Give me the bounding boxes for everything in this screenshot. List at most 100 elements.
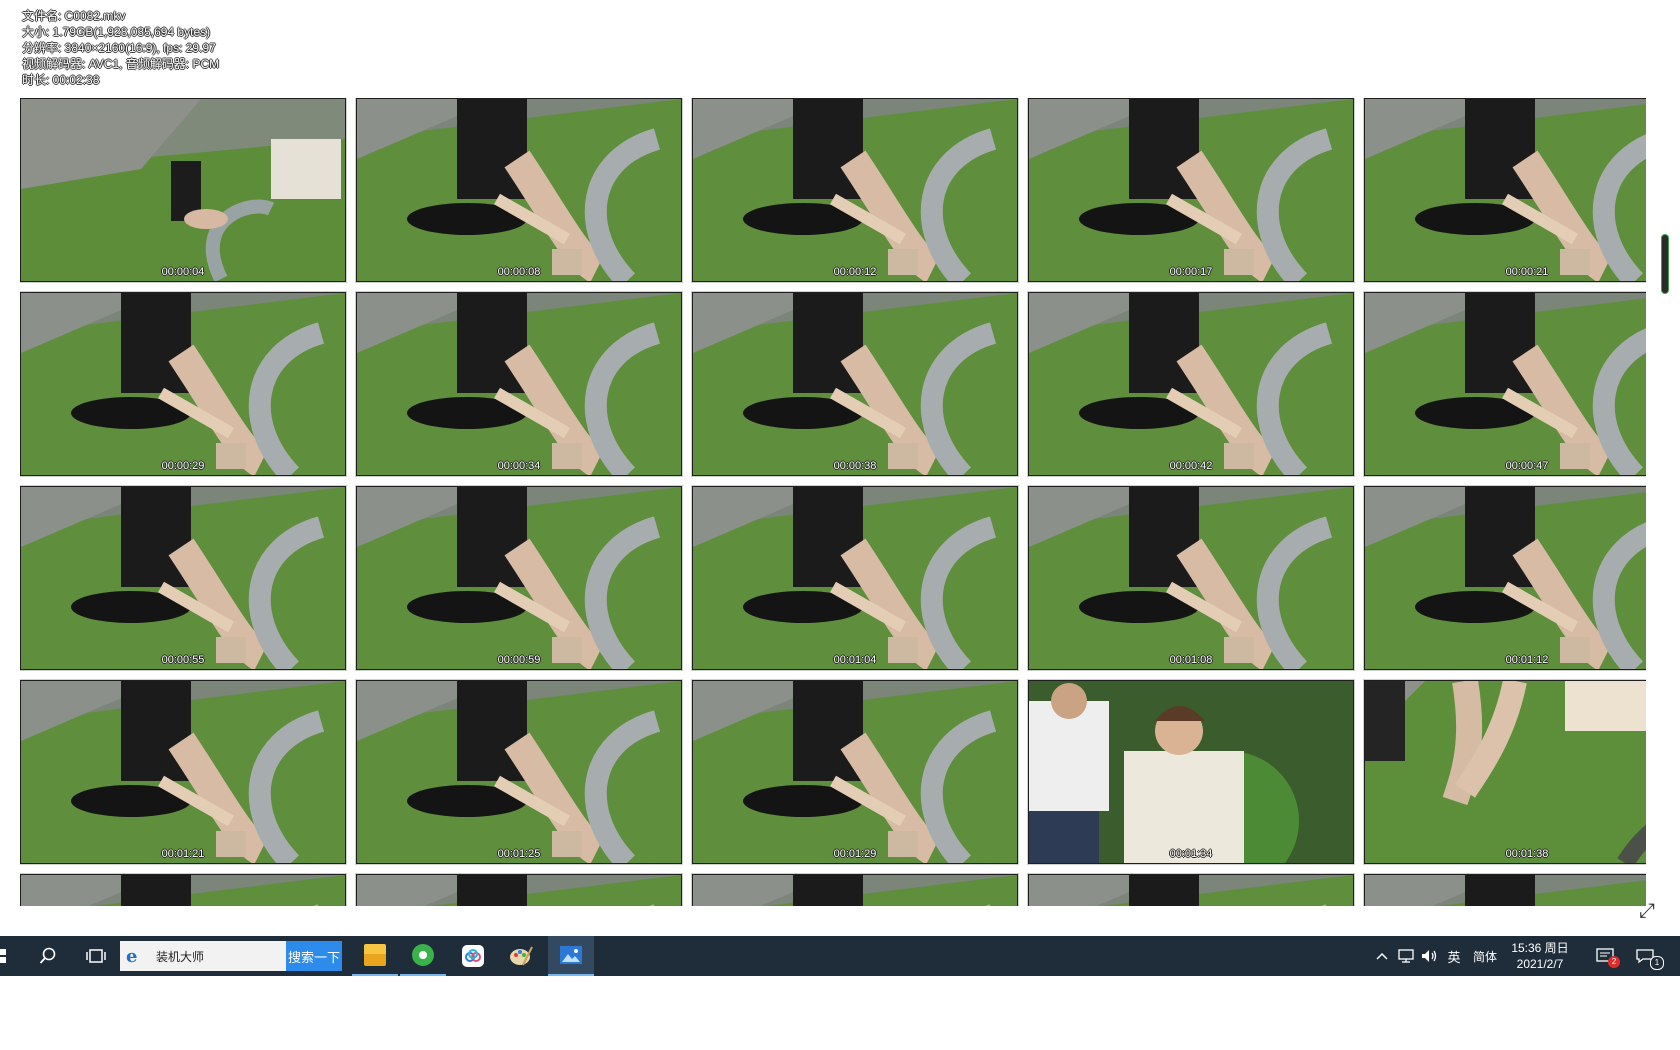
thumbnail-image	[357, 875, 681, 906]
browser-icon[interactable]	[400, 936, 446, 976]
thumbnail-timestamp: 00:00:29	[161, 460, 205, 472]
thumbnail-tile[interactable]: 00:00:17	[1028, 98, 1354, 282]
taskbar: e 装机大师 搜索一下 英 简体 15:36 周日 2021/2/7 2 1	[0, 936, 1680, 976]
thumbnail-tile[interactable]: 00:01:21	[20, 680, 346, 864]
clock-time: 15:36 周日	[1511, 941, 1569, 955]
task-view-icon[interactable]	[74, 936, 118, 976]
thumbnail-image	[357, 681, 681, 863]
photos-icon[interactable]	[548, 936, 594, 976]
thumbnail-tile[interactable]	[356, 874, 682, 906]
thumbnail-tile[interactable]: 00:00:34	[356, 292, 682, 476]
file-duration: 时长: 00:02:38	[22, 73, 100, 87]
thumbnail-timestamp: 00:00:59	[497, 654, 541, 666]
thumbnail-viewer: 文件名: C0082.mkv 大小: 1.79GB(1,928,035,694 …	[0, 0, 1680, 940]
message-icon[interactable]: 1	[1628, 936, 1664, 976]
thumbnail-image	[1029, 681, 1353, 863]
thumbnail-tile[interactable]	[692, 874, 1018, 906]
thumbnail-image	[693, 487, 1017, 669]
thumbnail-timestamp: 00:01:12	[1505, 654, 1549, 666]
thumbnail-tile[interactable]: 00:01:38	[1364, 680, 1646, 864]
network-icon[interactable]	[1394, 936, 1418, 976]
thumbnail-tile[interactable]: 00:00:04	[20, 98, 346, 282]
thumbnail-tile[interactable]: 00:00:29	[20, 292, 346, 476]
thumbnail-tile[interactable]: 00:00:55	[20, 486, 346, 670]
thumbnail-tile[interactable]: 00:01:08	[1028, 486, 1354, 670]
file-codecs: 视频解码器: AVC1, 音频解码器: PCM	[22, 57, 220, 71]
message-badge: 1	[1650, 956, 1664, 970]
search-button[interactable]: 搜索一下	[286, 941, 342, 971]
thumbnail-image	[693, 293, 1017, 475]
thumbnail-timestamp: 00:00:12	[833, 266, 877, 278]
baidu-netdisk-icon[interactable]	[450, 936, 496, 976]
file-size: 大小: 1.79GB(1,928,035,694 bytes)	[22, 25, 211, 39]
scrollbar-thumb[interactable]	[1662, 235, 1668, 293]
thumbnail-image	[21, 99, 345, 281]
thumbnail-tile[interactable]: 00:00:47	[1364, 292, 1646, 476]
thumbnail-timestamp: 00:00:38	[833, 460, 877, 472]
thumbnail-image	[1029, 99, 1353, 281]
thumbnail-image	[357, 99, 681, 281]
file-resolution: 分辨率: 3840×2160(16:9), fps: 29.97	[22, 41, 216, 55]
thumbnail-tile[interactable]: 00:01:12	[1364, 486, 1646, 670]
thumbnail-image	[1365, 875, 1646, 906]
clock-date: 2021/2/7	[1516, 957, 1564, 971]
ie-icon: e	[126, 945, 138, 967]
thumbnail-timestamp: 00:01:38	[1505, 848, 1549, 860]
thumbnail-image	[693, 681, 1017, 863]
thumbnail-timestamp: 00:00:21	[1505, 266, 1549, 278]
thumbnail-timestamp: 00:00:34	[497, 460, 541, 472]
thumbnail-tile[interactable]: 00:00:12	[692, 98, 1018, 282]
thumbnail-timestamp: 00:00:42	[1169, 460, 1213, 472]
thumbnail-tile[interactable]: 00:00:38	[692, 292, 1018, 476]
thumbnail-image	[1029, 487, 1353, 669]
thumbnail-tile[interactable]: 00:00:08	[356, 98, 682, 282]
notification-icon[interactable]: 2	[1590, 936, 1620, 976]
clock[interactable]: 15:36 周日 2021/2/7	[1504, 940, 1576, 972]
thumbnail-image	[1365, 99, 1646, 281]
volume-icon[interactable]	[1418, 936, 1442, 976]
thumbnail-timestamp: 00:00:04	[161, 266, 205, 278]
thumbnail-timestamp: 00:00:47	[1505, 460, 1549, 472]
thumbnail-tile[interactable]: 00:00:21	[1364, 98, 1646, 282]
notification-badge: 2	[1608, 956, 1620, 968]
thumbnail-tile[interactable]: 00:01:34	[1028, 680, 1354, 864]
thumbnail-image	[1029, 875, 1353, 906]
thumbnail-timestamp: 00:01:08	[1169, 654, 1213, 666]
file-name: 文件名: C0082.mkv	[22, 9, 126, 23]
thumbnail-image	[1365, 681, 1646, 863]
thumbnail-grid: 00:00:04 00:00:08 00:00:12 00:00:17 00:00:21…	[20, 98, 1646, 906]
paint-icon[interactable]	[498, 936, 544, 976]
thumbnail-image	[21, 487, 345, 669]
file-explorer-icon[interactable]	[352, 936, 398, 976]
thumbnail-timestamp: 00:01:25	[497, 848, 541, 860]
thumbnail-timestamp: 00:01:34	[1169, 848, 1213, 860]
thumbnail-image	[21, 681, 345, 863]
thumbnail-timestamp: 00:00:55	[161, 654, 205, 666]
thumbnail-image	[1029, 293, 1353, 475]
search-input[interactable]: 装机大师	[156, 948, 284, 965]
thumbnail-timestamp: 00:01:21	[161, 848, 205, 860]
chevron-up-icon[interactable]	[1370, 936, 1394, 976]
thumbnail-tile[interactable]: 00:01:04	[692, 486, 1018, 670]
thumbnail-image	[693, 99, 1017, 281]
search-icon[interactable]	[26, 936, 70, 976]
thumbnail-image	[357, 293, 681, 475]
thumbnail-tile[interactable]: 00:00:59	[356, 486, 682, 670]
ime-mode[interactable]: 简体	[1468, 936, 1502, 976]
thumbnail-image	[1365, 487, 1646, 669]
thumbnail-tile[interactable]: 00:01:29	[692, 680, 1018, 864]
thumbnail-image	[21, 875, 345, 906]
thumbnail-image	[693, 875, 1017, 906]
desktop-margin	[0, 976, 1680, 1050]
thumbnail-tile[interactable]: 00:00:42	[1028, 292, 1354, 476]
thumbnail-tile[interactable]	[1028, 874, 1354, 906]
thumbnail-timestamp: 00:01:29	[833, 848, 877, 860]
taskbar-search-box[interactable]: e 装机大师 搜索一下	[120, 941, 342, 971]
windows-start-icon[interactable]	[0, 936, 14, 976]
thumbnail-tile[interactable]	[20, 874, 346, 906]
thumbnail-tile[interactable]: 00:01:25	[356, 680, 682, 864]
ime-language[interactable]: 英	[1442, 936, 1466, 976]
thumbnail-image	[1365, 293, 1646, 475]
expand-icon[interactable]: ⤢	[1636, 900, 1658, 922]
thumbnail-tile[interactable]	[1364, 874, 1646, 906]
